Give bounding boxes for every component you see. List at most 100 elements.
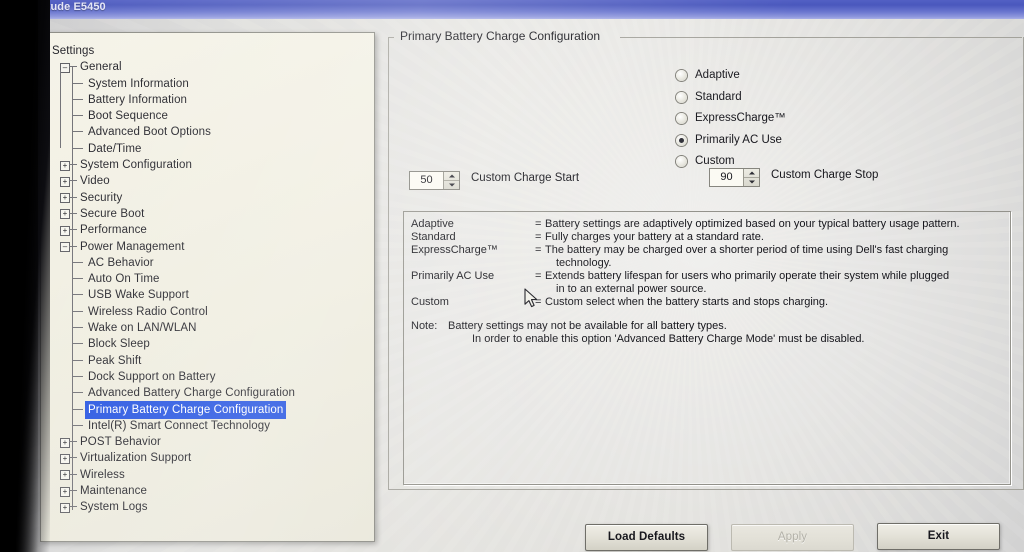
collapse-minus-icon[interactable]: – [60, 62, 70, 73]
tree-item-label: System Information [88, 77, 189, 90]
tree-connector-dash [72, 115, 83, 117]
tree-item-label: POST Behavior [80, 436, 161, 449]
tree-item-system-logs[interactable]: + System Logs [50, 498, 370, 514]
expand-plus-icon[interactable]: + [60, 437, 70, 448]
spinner-value[interactable]: 90 [710, 169, 743, 186]
tree-item-label: Maintenance [80, 485, 147, 498]
tree-item-label: Performance [80, 224, 147, 237]
radio-selected-icon[interactable] [676, 134, 687, 146]
tree-connector-dash [72, 359, 83, 361]
window-title: Dell Latitude E5450 [3, 1, 106, 13]
radio-unselected-icon[interactable] [676, 70, 687, 81]
radio-unselected-icon[interactable] [676, 91, 687, 103]
tree-item-dock-support-on-battery[interactable]: Dock Support on Battery [50, 359, 370, 384]
tree-item-intel-r-smart-connect-technology[interactable]: Intel(R) Smart Connect Technology [50, 408, 370, 433]
expand-plus-icon[interactable]: + [60, 193, 70, 204]
description-text-continued: in to an external power source. [556, 283, 707, 295]
tree-item-label: Security [80, 191, 123, 204]
tree-item-wireless-radio-control[interactable]: Wireless Radio Control [50, 294, 370, 319]
tree-item-label: Intel(R) Smart Connect Technology [88, 419, 271, 432]
tree-item-settings[interactable]: Settings [50, 42, 370, 58]
tree-item-performance[interactable]: + Performance [50, 221, 370, 237]
screen-bezel-left-dark [0, 0, 38, 552]
tree-connector-dash [72, 310, 83, 312]
tree-item-label: Wireless [80, 468, 125, 481]
tree-item-block-sleep[interactable]: Block Sleep [50, 327, 370, 351]
tree-connector-dash [72, 98, 83, 100]
expand-plus-icon[interactable]: + [60, 225, 70, 236]
tree-item-maintenance[interactable]: + Maintenance [50, 482, 370, 498]
tree-item-label: Dock Support on Battery [88, 370, 216, 383]
tree-item-usb-wake-support[interactable]: USB Wake Support [50, 278, 370, 302]
description-row: Standard = Fully charges your battery at a… [404, 231, 1010, 244]
tree-item-power-management[interactable]: – Power Management [50, 238, 370, 254]
tree-item-battery-information[interactable]: Battery Information [50, 82, 370, 107]
expand-plus-icon[interactable]: + [60, 176, 70, 187]
radio-unselected-icon[interactable] [676, 113, 687, 124]
tree-connector-dash [69, 441, 77, 443]
tree-item-label: Video [80, 175, 110, 188]
description-text: Fully charges your battery at a standard… [545, 231, 764, 243]
radio-option-label: ExpressCharge™ [695, 112, 786, 124]
description-text-continued: technology. [556, 257, 612, 269]
radio-option-label: Adaptive [695, 69, 740, 81]
spinner-buttons[interactable] [743, 169, 759, 186]
tree-item-peak-shift[interactable]: Peak Shift [50, 343, 370, 368]
spinner-down-arrow-icon[interactable] [444, 181, 459, 189]
spinner-buttons[interactable] [443, 172, 459, 189]
tree-item-system-configuration[interactable]: + System Configuration [50, 156, 370, 172]
description-term: Custom [411, 296, 449, 308]
tree-item-virtualization-support[interactable]: + Virtualization Support [50, 449, 370, 465]
collapse-minus-icon[interactable]: – [60, 242, 70, 253]
spinner-up-arrow-icon[interactable] [444, 172, 459, 181]
spinner-control[interactable]: 50 [409, 171, 460, 190]
spinner-value[interactable]: 50 [410, 172, 443, 189]
tree-connector-dash [69, 66, 77, 68]
tree-item-label: Advanced Battery Charge Configuration [88, 387, 295, 400]
expand-plus-icon[interactable]: + [60, 486, 70, 497]
expand-plus-icon[interactable]: + [60, 470, 70, 481]
spinner-down-arrow-icon[interactable] [744, 178, 759, 186]
tree-item-auto-on-time[interactable]: Auto On Time [50, 262, 370, 286]
spinner-control[interactable]: 90 [709, 168, 760, 187]
spinner-label: Custom Charge Stop [771, 169, 879, 181]
tree-item-label: Secure Boot [80, 207, 145, 220]
description-equals: = [535, 296, 542, 308]
spinner-up-arrow-icon[interactable] [744, 169, 759, 178]
expand-plus-icon[interactable]: + [60, 502, 70, 513]
tree-item-advanced-battery-charge-configuration[interactable]: Advanced Battery Charge Configuration [50, 376, 370, 400]
expand-plus-icon[interactable]: + [60, 453, 70, 464]
description-row: Custom = Custom select when the battery st… [404, 296, 1010, 309]
tree-item-post-behavior[interactable]: + POST Behavior [50, 433, 370, 449]
tree-item-advanced-boot-options[interactable]: Advanced Boot Options [50, 115, 370, 139]
tree-trunk-line [60, 70, 61, 148]
tree-item-secure-boot[interactable]: + Secure Boot [50, 205, 370, 221]
tree-item-label: Battery Information [88, 93, 188, 106]
spinner-label: Custom Charge Start [471, 172, 580, 184]
tree-item-system-information[interactable]: System Information [50, 66, 370, 91]
tree-item-wireless[interactable]: + Wireless [50, 466, 370, 482]
settings-tree[interactable]: Settings – General System Information Batter… [50, 42, 370, 515]
tree-item-wake-on-lan-wlan[interactable]: Wake on LAN/WLAN [50, 311, 370, 335]
tree-connector-dash [72, 261, 83, 263]
tree-panel-inner: Settings – General System Information Batter… [41, 33, 374, 541]
tree-item-ac-behavior[interactable]: AC Behavior [50, 245, 370, 270]
tree-item-video[interactable]: + Video [50, 172, 370, 188]
tree-item-date-time[interactable]: Date/Time [50, 131, 370, 156]
tree-item-boot-sequence[interactable]: Boot Sequence [50, 99, 370, 123]
exit-button[interactable]: Exit [877, 523, 1000, 550]
tree-item-label: General [80, 61, 122, 74]
tree-connector-dash [69, 473, 77, 475]
radio-unselected-icon[interactable] [676, 156, 687, 167]
tree-connector-dash [69, 164, 77, 166]
expand-plus-icon[interactable]: + [60, 160, 70, 171]
tree-item-security[interactable]: + Security [50, 189, 370, 205]
description-row: Primarily AC Use = Extends battery lifespa… [404, 270, 1010, 296]
tree-item-label: Boot Sequence [88, 110, 168, 123]
tree-item-primary-battery-charge-configuration[interactable]: Primary Battery Charge Configuration [50, 392, 370, 418]
settings-tree-panel[interactable]: Settings – General System Information Batter… [40, 32, 375, 542]
expand-plus-icon[interactable]: + [60, 209, 70, 220]
load-defaults-button[interactable]: Load Defaults [585, 524, 708, 551]
description-term: Primarily AC Use [411, 270, 495, 282]
tree-item-general[interactable]: – General [50, 58, 370, 74]
